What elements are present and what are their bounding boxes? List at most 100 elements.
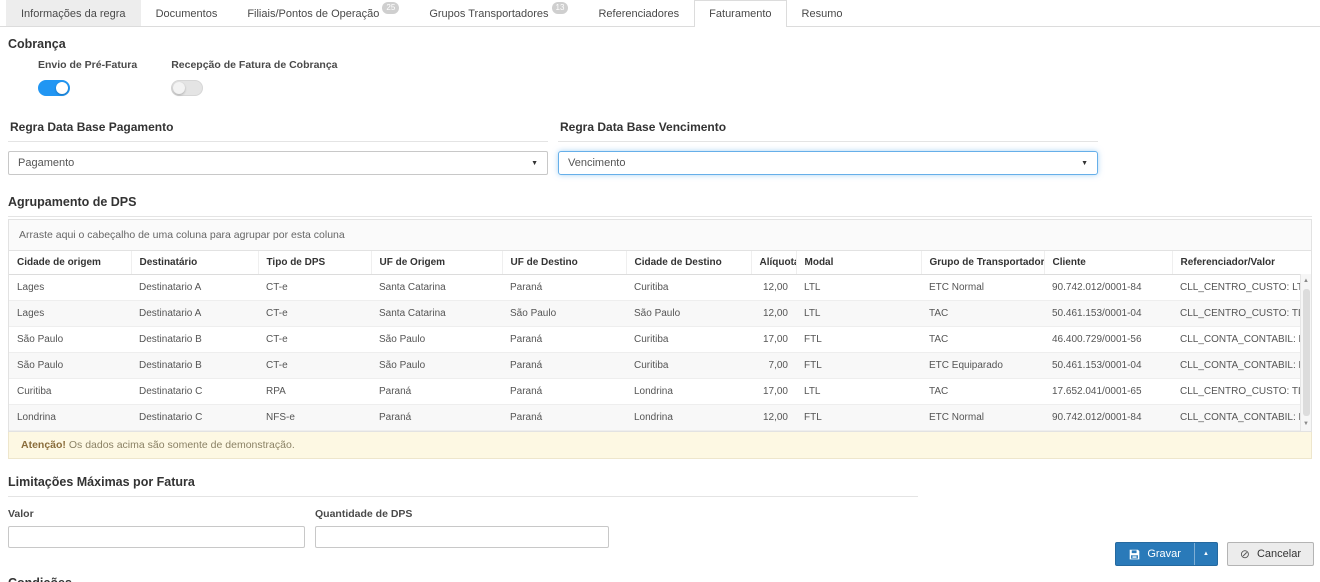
column-header[interactable]: Destinatário [131,251,258,275]
table-cell: CT-e [258,301,371,327]
table-cell: Paraná [502,379,626,405]
arrow-up-icon[interactable]: ▲ [1303,274,1309,288]
toggle-knob [173,82,185,94]
table-row: LondrinaDestinatario CNFS-eParanáParanáL… [9,405,1300,431]
grid-vertical-scrollbar[interactable]: ▲ ▼ [1300,274,1311,431]
table-cell: LTL [796,379,921,405]
save-split-button: Gravar ▲ [1115,542,1218,566]
table-cell: CLL_CONTA_CONTABIL: DEPART_A [1172,405,1300,431]
caret-down-icon: ▼ [1081,160,1088,167]
grid-group-drop-zone[interactable]: Arraste aqui o cabeçalho de uma coluna p… [8,219,1312,251]
tab-documentos[interactable]: Documentos [141,0,233,26]
tab-grupos-transportadores[interactable]: Grupos Transportadores 13 [414,0,583,26]
tab-label: Referenciadores [598,8,679,20]
table-cell: 46.400.729/0001-56 [1044,327,1172,353]
table-cell: 12,00 [751,275,796,301]
table-cell: CLL_CONTA_CONTABIL: DEPART_A [1172,327,1300,353]
table-cell: CLL_CENTRO_CUSTO: TL_DIST [1172,379,1300,405]
recepcao-fatura-toggle[interactable] [171,80,203,96]
table-cell: 50.461.153/0001-04 [1044,301,1172,327]
regra-pagamento-select[interactable]: Pagamento ▼ [8,151,548,175]
envio-pre-fatura-group: Envio de Pré-Fatura [38,59,137,96]
column-header[interactable]: Referenciador/Valor [1172,251,1300,275]
limitacoes-title: Limitações Máximas por Fatura [8,475,918,497]
table-cell: Destinatario A [131,275,258,301]
column-header[interactable]: Alíquota [751,251,796,275]
column-header[interactable]: Cidade de origem [9,251,131,275]
table-cell: São Paulo [9,327,131,353]
table-cell: Curitiba [626,327,751,353]
cancel-button-label: Cancelar [1257,548,1301,560]
quantidade-dps-input[interactable] [315,526,609,548]
table-cell: Lages [9,275,131,301]
table-row: São PauloDestinatario BCT-eSão PauloPara… [9,327,1300,353]
regra-data-base-pagamento-block: Regra Data Base Pagamento Pagamento ▼ [8,120,548,175]
table-cell: RPA [258,379,371,405]
table-cell: São Paulo [371,353,502,379]
table-cell: Destinatario A [131,301,258,327]
condicoes-title: Condições [8,576,918,582]
table-cell: 7,00 [751,353,796,379]
table-cell: ETC Normal [921,275,1044,301]
table-cell: Paraná [502,275,626,301]
tab-label: Faturamento [709,8,771,20]
table-cell: LTL [796,275,921,301]
regra-pagamento-title: Regra Data Base Pagamento [8,120,548,142]
column-header[interactable]: UF de Destino [502,251,626,275]
warning-bold-text: Atenção! [21,439,66,451]
table-cell: 17,00 [751,327,796,353]
tab-resumo[interactable]: Resumo [787,0,858,26]
quantidade-dps-field-group: Quantidade de DPS [315,508,609,548]
column-header[interactable]: Modal [796,251,921,275]
table-cell: Destinatario B [131,327,258,353]
envio-pre-fatura-label: Envio de Pré-Fatura [38,59,137,71]
save-button[interactable]: Gravar [1116,543,1194,565]
table-row: São PauloDestinatario BCT-eSão PauloPara… [9,353,1300,379]
column-header[interactable]: UF de Origem [371,251,502,275]
cancel-button[interactable]: ⊘ Cancelar [1227,542,1314,566]
regra-vencimento-select[interactable]: Vencimento ▼ [558,151,1098,175]
table-cell: 17,00 [751,379,796,405]
caret-up-icon: ▲ [1203,551,1209,557]
table-cell: 12,00 [751,405,796,431]
valor-input[interactable] [8,526,305,548]
tab-filiais-pontos-de-operacao[interactable]: Filiais/Pontos de Operação 25 [232,0,414,26]
table-cell: 17.652.041/0001-65 [1044,379,1172,405]
section-condicoes: Condições Fatura apenas Documentos desta… [8,576,1312,582]
table-cell: São Paulo [626,301,751,327]
table-cell: CLL_CONTA_CONTABIL: DEPART_B [1172,353,1300,379]
column-header[interactable]: Grupo de Transportador [921,251,1044,275]
envio-pre-fatura-toggle[interactable] [38,80,70,96]
table-cell: Lages [9,301,131,327]
warning-text: Os dados acima são somente de demonstraç… [69,439,295,451]
table-cell: Santa Catarina [371,275,502,301]
table-header-row: Cidade de origemDestinatárioTipo de DPSU… [9,251,1300,275]
table-cell: NFS-e [258,405,371,431]
column-header[interactable]: Cidade de Destino [626,251,751,275]
column-header[interactable]: Cliente [1044,251,1172,275]
save-options-caret-button[interactable]: ▲ [1194,543,1217,565]
table-cell: LTL [796,301,921,327]
data-base-rules-row: Regra Data Base Pagamento Pagamento ▼ Re… [8,120,1312,175]
arrow-down-icon[interactable]: ▼ [1303,417,1309,431]
scrollbar-thumb[interactable] [1303,289,1310,416]
table-cell: São Paulo [371,327,502,353]
table-cell: FTL [796,353,921,379]
section-limitacoes: Limitações Máximas por Fatura Valor Quan… [8,475,1312,548]
tab-informacoes-da-regra[interactable]: Informações da regra [6,0,141,26]
toggle-knob [56,82,68,94]
tab-count-badge: 13 [552,2,569,14]
table-cell: FTL [796,405,921,431]
table-cell: Londrina [626,405,751,431]
column-header[interactable]: Tipo de DPS [258,251,371,275]
table-cell: Londrina [9,405,131,431]
table-cell: Santa Catarina [371,301,502,327]
tab-faturamento[interactable]: Faturamento [694,0,786,27]
table-cell: Paraná [502,353,626,379]
faturamento-page: Informações da regra Documentos Filiais/… [0,0,1320,582]
tab-referenciadores[interactable]: Referenciadores [583,0,694,26]
cobranca-title: Cobrança [8,37,1312,51]
table-cell: Curitiba [9,379,131,405]
table-cell: TAC [921,301,1044,327]
table-row: CuritibaDestinatario CRPAParanáParanáLon… [9,379,1300,405]
